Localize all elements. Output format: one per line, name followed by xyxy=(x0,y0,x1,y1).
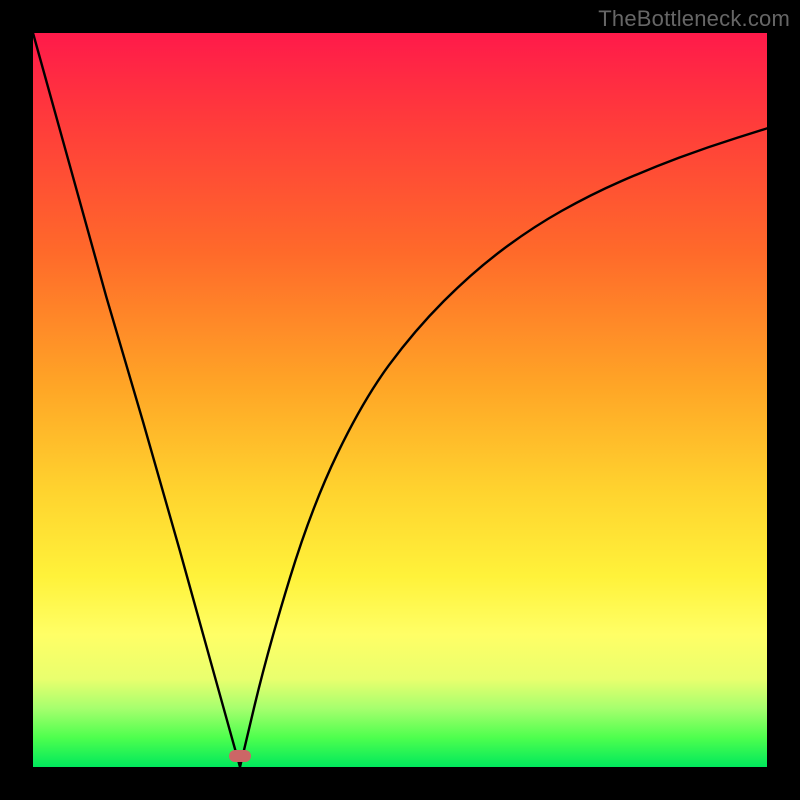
optimum-marker xyxy=(229,750,251,762)
watermark-text: TheBottleneck.com xyxy=(598,6,790,32)
curve-path xyxy=(33,33,767,767)
bottleneck-curve xyxy=(33,33,767,767)
plot-area xyxy=(33,33,767,767)
chart-frame: TheBottleneck.com xyxy=(0,0,800,800)
